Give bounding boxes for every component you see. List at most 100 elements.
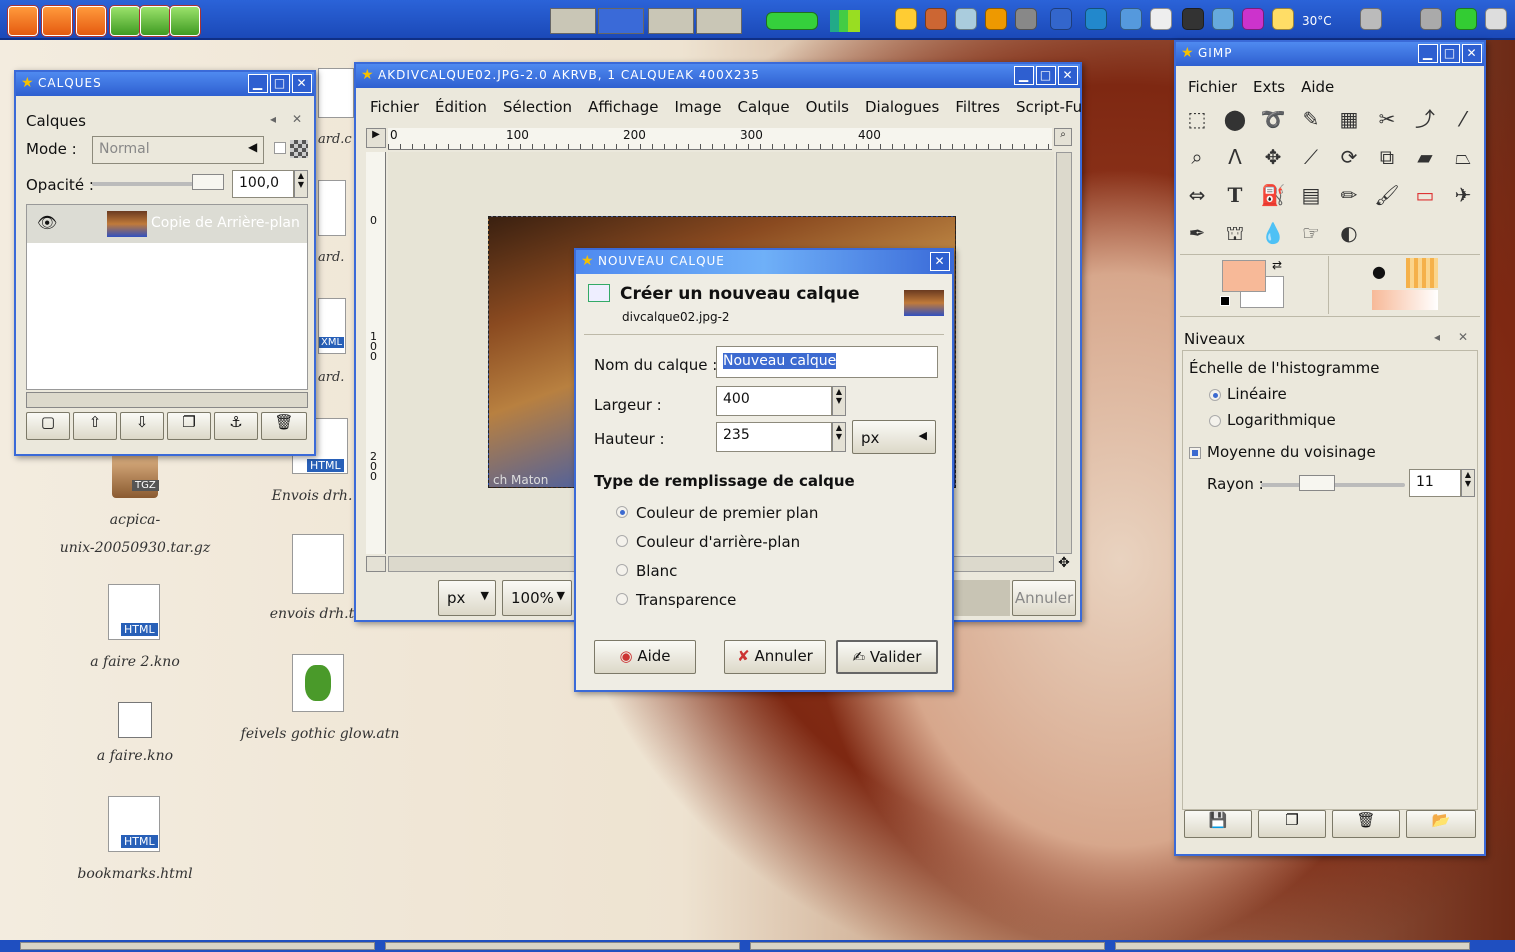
globe-icon[interactable] — [1085, 8, 1107, 30]
desktop-icon-label[interactable]: a faire.kno — [60, 748, 210, 764]
close-button[interactable]: ✕ — [930, 252, 950, 271]
dodge-burn-icon[interactable]: ◐ — [1334, 218, 1364, 248]
panel-menu-icon[interactable]: ◂ — [1434, 330, 1440, 344]
app-icon[interactable] — [1485, 8, 1507, 30]
brush-preview-icon[interactable]: ● — [1372, 262, 1386, 281]
rotate-icon[interactable]: ⟳ — [1334, 142, 1364, 172]
horizontal-scrollbar[interactable] — [26, 392, 308, 408]
airbrush-icon[interactable]: ✈ — [1448, 180, 1478, 210]
navigate-icon[interactable]: ✥ — [1056, 556, 1072, 572]
app-icon[interactable] — [1455, 8, 1477, 30]
image-titlebar[interactable]: ★ AKDIVCALQUE02.JPG-2.0 AKRVB, 1 CALQUEAK… — [356, 64, 1080, 88]
gradient-icon[interactable]: ▤ — [1296, 180, 1326, 210]
panel-close-icon[interactable]: ✕ — [292, 112, 302, 126]
desktop-icon-label[interactable]: a faire 2.kno — [60, 654, 210, 670]
height-input[interactable]: 235 — [716, 422, 832, 452]
linear-scale-radio[interactable] — [1209, 389, 1221, 401]
smudge-icon[interactable]: ☞ — [1296, 218, 1326, 248]
crop-icon[interactable]: ⟋ — [1296, 142, 1326, 172]
menu-calque[interactable]: Calque — [738, 98, 790, 116]
measure-icon[interactable]: Λ — [1220, 142, 1250, 172]
app-icon[interactable] — [1150, 8, 1172, 30]
flip-icon[interactable]: ⇔ — [1182, 180, 1212, 210]
vertical-scrollbar[interactable] — [1056, 152, 1072, 554]
minimize-button[interactable]: ▁ — [1418, 44, 1438, 63]
blur-icon[interactable]: 💧 — [1258, 218, 1288, 248]
desktop-icon-label[interactable]: unix-20050930.tar.gz — [40, 540, 230, 556]
image-menu-button[interactable]: ▶ — [366, 128, 386, 148]
keep-transparency-checkbox[interactable] — [274, 142, 286, 154]
menu-outils[interactable]: Outils — [806, 98, 849, 116]
desktop-icon-label[interactable]: envois drh.t — [262, 606, 362, 622]
app-icon[interactable] — [1420, 8, 1442, 30]
layer-name[interactable]: Copie de Arrière-plan — [151, 215, 300, 231]
radius-slider-handle[interactable] — [1299, 475, 1335, 491]
shortcut-file-icon[interactable] — [118, 702, 152, 738]
pattern-preview-icon[interactable] — [1406, 258, 1438, 288]
menu-filtres[interactable]: Filtres — [955, 98, 1000, 116]
minimize-button[interactable]: ▁ — [248, 74, 268, 93]
close-button[interactable]: ✕ — [1462, 44, 1482, 63]
app-icon[interactable] — [1242, 8, 1264, 30]
panel-close-icon[interactable]: ✕ — [1458, 330, 1468, 344]
fill-foreground-radio[interactable] — [616, 506, 628, 518]
lasso-icon[interactable]: ➰ — [1258, 104, 1288, 134]
layer-row[interactable]: 👁 Copie de Arrière-plan — [27, 205, 307, 243]
dialog-cancel-button[interactable]: ✘ Annuler — [724, 640, 826, 674]
star-icon[interactable] — [895, 8, 917, 30]
workspace-2[interactable] — [598, 8, 644, 34]
opacity-input[interactable]: 100,0 — [232, 170, 294, 198]
search-icon[interactable] — [955, 8, 977, 30]
monitor-icon[interactable] — [1182, 8, 1204, 30]
paintbrush-icon[interactable]: 🖌 — [1372, 180, 1402, 210]
fill-white-radio[interactable] — [616, 564, 628, 576]
move-icon[interactable]: ✥ — [1258, 142, 1288, 172]
menu-affichage[interactable]: Affichage — [588, 98, 658, 116]
fuzzy-select-icon[interactable]: ✎ — [1296, 104, 1326, 134]
average-checkbox[interactable] — [1189, 447, 1201, 459]
default-colors-icon[interactable] — [1220, 296, 1230, 306]
close-button[interactable]: ✕ — [1058, 66, 1078, 85]
unit-select[interactable]: px ◀ — [852, 420, 936, 454]
paths-icon[interactable]: ⤴ — [1410, 104, 1440, 134]
bucket-fill-icon[interactable]: ⛽ — [1258, 180, 1288, 210]
dialog-ok-button[interactable]: ✍ Valider — [836, 640, 938, 674]
height-spin[interactable]: ▲ ▼ — [832, 422, 846, 452]
app-launcher-icon[interactable] — [110, 6, 140, 36]
eraser-icon[interactable]: ▭ — [1410, 180, 1440, 210]
menu-fichier[interactable]: Fichier — [1188, 78, 1237, 96]
log-scale-radio[interactable] — [1209, 415, 1221, 427]
menu-image[interactable]: Image — [675, 98, 722, 116]
app-launcher-icon[interactable] — [170, 6, 200, 36]
workspace-4[interactable] — [696, 8, 742, 34]
raise-layer-button[interactable]: ⇧ — [73, 412, 117, 440]
signal-icon[interactable] — [830, 10, 860, 32]
scissors-icon[interactable]: ✂ — [1372, 104, 1402, 134]
desktop-icon-label[interactable]: bookmarks.html — [60, 866, 210, 882]
desktop-icon-label[interactable]: ard. — [318, 370, 344, 385]
load-button[interactable]: 📂 — [1406, 810, 1476, 838]
archive-file-icon[interactable]: TGZ — [112, 452, 159, 498]
desktop-icon-label[interactable]: Envois drh. — [262, 488, 362, 504]
duplicate-button[interactable]: ❐ — [1258, 810, 1326, 838]
maximize-button[interactable]: □ — [1440, 44, 1460, 63]
opacity-slider-handle[interactable] — [192, 174, 224, 190]
fill-transparent-radio[interactable] — [616, 593, 628, 605]
desktop-icon-label[interactable]: ard. — [318, 250, 344, 265]
maximize-button[interactable]: □ — [270, 74, 290, 93]
zoom-select[interactable]: 100% ▼ — [502, 580, 572, 616]
workspace-1[interactable] — [550, 8, 596, 34]
zoom-icon[interactable]: ⌕ — [1054, 128, 1072, 146]
dialog-titlebar[interactable]: ★ NOUVEAU CALQUE ✕ — [576, 250, 952, 274]
app-launcher-icon[interactable] — [76, 6, 106, 36]
rect-select-icon[interactable]: ⬚ — [1182, 104, 1212, 134]
foreground-color-swatch[interactable] — [1222, 260, 1266, 292]
menu-fichier[interactable]: Fichier — [370, 98, 419, 116]
width-input[interactable]: 400 — [716, 386, 832, 416]
html-file-icon[interactable]: HTML — [108, 584, 160, 640]
text-file-icon[interactable] — [292, 534, 344, 594]
desktop-icon-label[interactable]: acpica- — [60, 512, 210, 528]
network-icon[interactable] — [1050, 8, 1072, 30]
ellipse-select-icon[interactable]: ⬤ — [1220, 104, 1250, 134]
delete-layer-button[interactable]: 🗑 — [261, 412, 307, 440]
